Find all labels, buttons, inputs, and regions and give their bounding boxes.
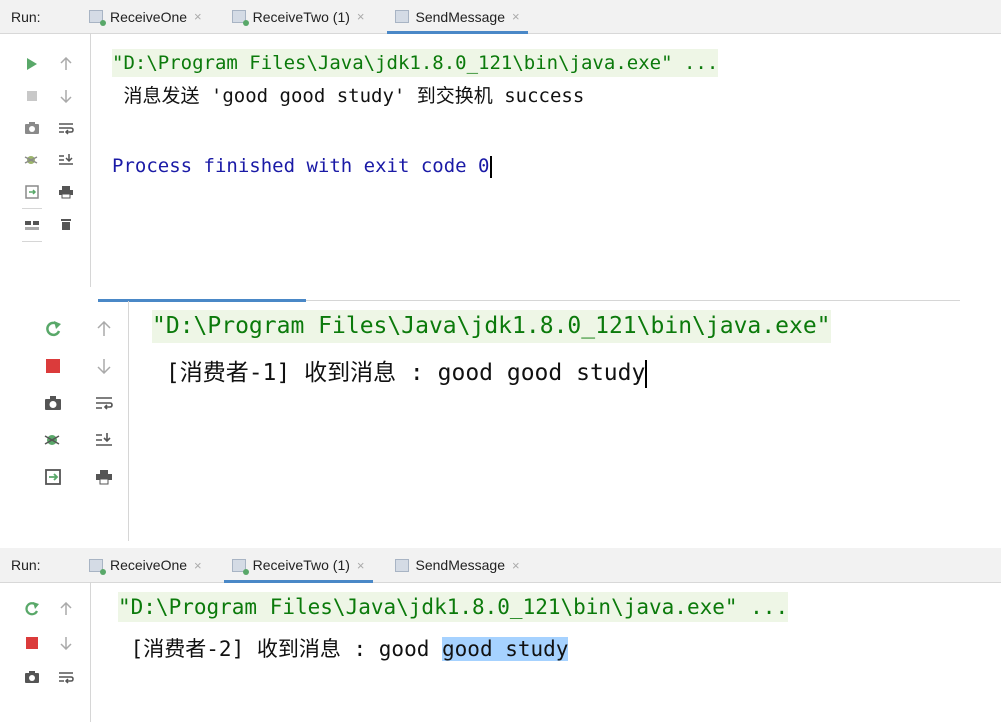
run-panel-bottom: Run: ReceiveOne × ReceiveTwo (1) × SendM…: [0, 548, 1001, 722]
soft-wrap-icon[interactable]: [91, 384, 117, 421]
console-output-line: [消费者-2] 收到消息 : good good study: [118, 637, 569, 661]
tab-send-message[interactable]: SendMessage ×: [386, 0, 528, 34]
tab-label: ReceiveTwo (1): [252, 557, 350, 573]
tab-label: SendMessage: [415, 8, 506, 25]
text-caret: [645, 359, 648, 388]
restore-layout-icon[interactable]: [40, 458, 66, 495]
run-config-icon: [394, 558, 409, 572]
tab-label: SendMessage: [415, 557, 506, 573]
console-command-line: "D:\Program Files\Java\jdk1.8.0_121\bin\…: [152, 310, 831, 343]
up-arrow-icon[interactable]: [91, 310, 117, 347]
soft-wrap-icon[interactable]: [53, 112, 79, 144]
stop-icon[interactable]: [19, 80, 45, 112]
close-icon[interactable]: ×: [194, 558, 202, 573]
run-config-icon: [231, 558, 249, 575]
active-tab-indicator: [98, 299, 306, 302]
tab-label: ReceiveOne: [110, 557, 188, 573]
close-icon[interactable]: ×: [357, 558, 365, 573]
close-icon[interactable]: ×: [512, 9, 520, 24]
run-tab-bar: Run: ReceiveOne × ReceiveTwo (1) × SendM…: [0, 0, 1001, 34]
console-command-line: "D:\Program Files\Java\jdk1.8.0_121\bin\…: [112, 49, 719, 77]
tab-label: ReceiveTwo (1): [252, 8, 350, 25]
camera-icon[interactable]: [40, 384, 66, 421]
restore-layout-icon[interactable]: [19, 176, 45, 208]
text-selection[interactable]: good study: [442, 637, 569, 661]
console-output-line: [消费者-1] 收到消息 : good good study: [152, 359, 648, 388]
gutter-toolbar-right: [91, 310, 117, 495]
gutter-toolbar-left: [40, 310, 66, 495]
close-icon[interactable]: ×: [194, 9, 202, 24]
up-arrow-icon[interactable]: [53, 592, 79, 626]
gutter-toolbar-right: [53, 592, 79, 694]
camera-icon[interactable]: [19, 660, 45, 694]
print-icon[interactable]: [91, 458, 117, 495]
rerun-icon[interactable]: [19, 592, 45, 626]
gutter-toolbar-left: [19, 592, 45, 694]
text-caret: [489, 155, 492, 178]
run-panel-top: Run: ReceiveOne × ReceiveTwo (1) × SendM…: [0, 0, 1001, 287]
run-config-icon: [231, 10, 249, 26]
run-config-icon: [89, 10, 106, 26]
stop-icon[interactable]: [19, 626, 45, 660]
soft-wrap-icon[interactable]: [53, 660, 79, 694]
down-arrow-icon[interactable]: [53, 80, 79, 112]
run-panel-middle: "D:\Program Files\Java\jdk1.8.0_121\bin\…: [0, 299, 960, 541]
tab-receive-two[interactable]: ReceiveTwo (1) ×: [224, 0, 373, 33]
tab-label: ReceiveOne: [110, 8, 188, 25]
scroll-to-end-icon[interactable]: [53, 144, 79, 176]
rerun-icon[interactable]: [40, 310, 66, 347]
print-icon[interactable]: [53, 176, 79, 208]
down-arrow-icon[interactable]: [53, 626, 79, 660]
tab-send-message[interactable]: SendMessage ×: [387, 549, 528, 582]
run-icon[interactable]: [19, 48, 45, 80]
debug-icon[interactable]: [19, 144, 45, 176]
trash-icon[interactable]: [53, 208, 79, 240]
gutter-toolbar-left: [19, 48, 45, 242]
run-label: Run:: [11, 557, 41, 573]
stop-icon[interactable]: [40, 347, 66, 384]
tab-receive-two[interactable]: ReceiveTwo (1) ×: [223, 549, 373, 583]
gutter-toolbar-right: [53, 48, 79, 240]
run-config-icon: [394, 10, 409, 23]
console-command-line: "D:\Program Files\Java\jdk1.8.0_121\bin\…: [118, 592, 789, 622]
up-arrow-icon[interactable]: [53, 48, 79, 80]
layout-icon[interactable]: [19, 209, 45, 241]
console-exit-line: Process finished with exit code 0: [112, 155, 492, 178]
tab-receive-one[interactable]: ReceiveOne ×: [81, 549, 210, 582]
tab-receive-one[interactable]: ReceiveOne ×: [81, 0, 210, 33]
close-icon[interactable]: ×: [357, 9, 365, 24]
console-output-line: 消息发送 'good good study' 到交换机 success: [112, 85, 585, 107]
down-arrow-icon[interactable]: [91, 347, 117, 384]
close-icon[interactable]: ×: [512, 558, 520, 573]
debug-icon[interactable]: [40, 421, 66, 458]
run-label: Run:: [11, 8, 41, 25]
run-tab-bar: Run: ReceiveOne × ReceiveTwo (1) × SendM…: [0, 548, 1001, 583]
run-config-icon: [89, 558, 106, 575]
camera-icon[interactable]: [19, 112, 45, 144]
scroll-to-end-icon[interactable]: [91, 421, 117, 458]
